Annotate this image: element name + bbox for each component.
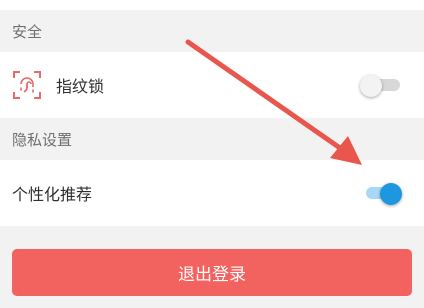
- privacy-section-header: 隐私设置: [0, 118, 424, 160]
- privacy-section-title: 隐私设置: [12, 130, 73, 149]
- fingerprint-lock-toggle[interactable]: [360, 75, 400, 97]
- logout-button-label: 退出登录: [178, 265, 246, 285]
- toggle-knob: [380, 183, 402, 205]
- personalized-recommendation-row[interactable]: 个性化推荐: [0, 160, 424, 226]
- logout-button[interactable]: 退出登录: [12, 249, 412, 296]
- security-section-title: 安全: [12, 22, 43, 41]
- fingerprint-lock-row[interactable]: 指纹锁: [0, 52, 424, 118]
- fingerprint-icon: [12, 70, 42, 100]
- toggle-knob: [360, 75, 382, 97]
- security-section-header: 安全: [0, 10, 424, 52]
- personalized-recommendation-toggle[interactable]: [360, 183, 402, 205]
- personalized-recommendation-label: 个性化推荐: [12, 185, 93, 204]
- fingerprint-lock-label: 指纹锁: [56, 77, 105, 96]
- top-strip: [0, 0, 424, 10]
